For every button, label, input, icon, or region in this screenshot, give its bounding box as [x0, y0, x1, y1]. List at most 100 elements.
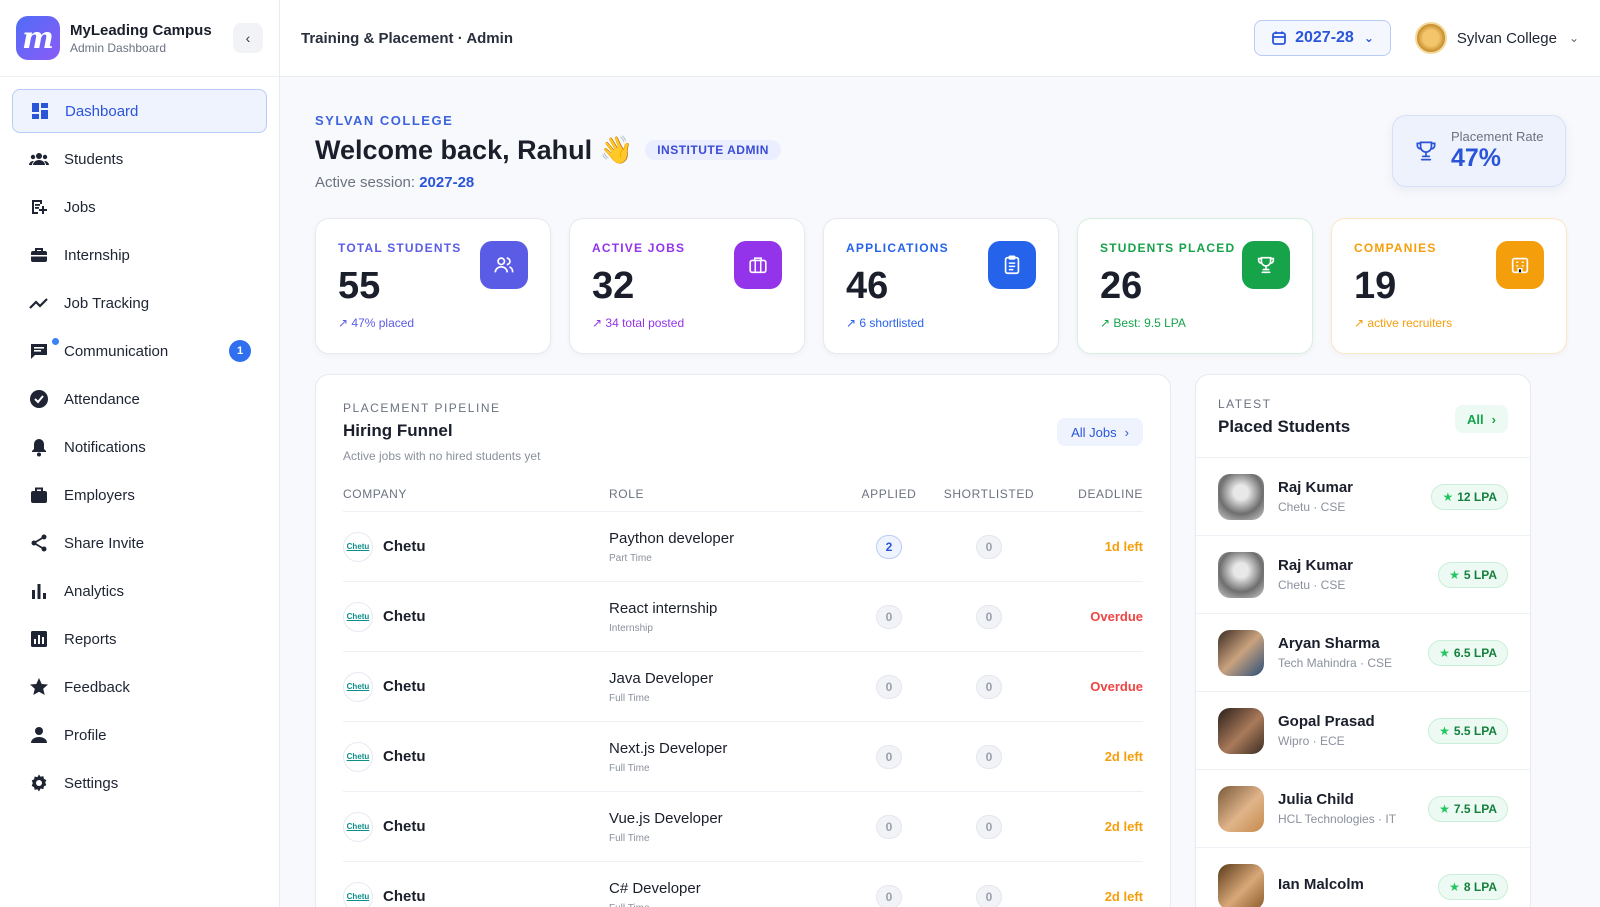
share-icon [28, 532, 50, 554]
sidebar-item-internship[interactable]: Internship [12, 233, 267, 277]
deadline-status: 2d left [1104, 819, 1143, 834]
chevron-down-icon: ⌄ [1568, 31, 1579, 45]
stat-card-applications[interactable]: APPLICATIONS 46 ↗ 6 shortlisted [823, 218, 1059, 354]
shortlisted-count: 0 [976, 884, 1002, 907]
deadline-status: 2d left [1104, 749, 1143, 764]
sidebar-item-analytics[interactable]: Analytics [12, 569, 267, 613]
jobs-icon [28, 196, 50, 218]
sidebar-item-label: Communication [64, 342, 169, 360]
list-item[interactable]: Raj Kumar Chetu · CSE ★ 12 LPA [1196, 458, 1530, 536]
job-type: Internship [609, 622, 653, 634]
sidebar-item-label: Internship [64, 246, 130, 264]
col-applied: APPLIED [839, 487, 939, 512]
sidebar-item-share-invite[interactable]: Share Invite [12, 521, 267, 565]
sidebar-item-label: Share Invite [64, 534, 145, 552]
pipeline-card: PLACEMENT PIPELINE Hiring Funnel Active … [315, 374, 1171, 907]
company-name: Chetu [383, 608, 426, 625]
sidebar-item-notifications[interactable]: Notifications [12, 425, 267, 469]
shortlisted-count: 0 [976, 534, 1002, 559]
company-logo: Chetu [343, 741, 373, 772]
stat-card-total-students[interactable]: TOTAL STUDENTS 55 ↗ 47% placed [315, 218, 551, 354]
table-row[interactable]: Chetu Chetu Next.js Developer Full Time 0 0 2d… [343, 721, 1143, 792]
avatar [1218, 473, 1264, 520]
col-company: COMPANY [343, 487, 609, 512]
sidebar-item-dashboard[interactable]: Dashboard [12, 89, 267, 133]
job-type: Full Time [609, 762, 650, 774]
sidebar-item-employers[interactable]: Employers [12, 473, 267, 517]
student-name: Raj Kumar [1278, 479, 1354, 496]
sidebar-item-label: Employers [64, 486, 135, 504]
table-row[interactable]: Chetu Chetu Paython developer Part Time 2 0 1d… [343, 511, 1143, 582]
company-name: Chetu [383, 678, 426, 695]
page-context-title: Training & Placement · Admin [301, 29, 513, 47]
job-type: Full Time [609, 832, 650, 844]
collapse-sidebar-button[interactable]: ‹ [233, 23, 263, 53]
all-jobs-button[interactable]: All Jobs › [1057, 418, 1143, 446]
sidebar-item-feedback[interactable]: Feedback [12, 665, 267, 709]
package-badge: ★ 5 LPA [1438, 561, 1508, 588]
star-icon [28, 676, 50, 698]
package-badge: ★ 8 LPA [1438, 873, 1508, 900]
active-session-value: 2027-28 [419, 174, 475, 191]
job-type: Full Time [609, 903, 839, 907]
check-circle-icon [28, 388, 50, 410]
list-item[interactable]: Julia Child HCL Technologies · IT ★ 7.5 LPA [1196, 770, 1530, 848]
gear-icon [28, 772, 50, 794]
star-icon: ★ [1449, 879, 1460, 894]
sidebar-item-label: Dashboard [65, 102, 139, 120]
chat-icon [28, 340, 50, 362]
trending-icon [28, 292, 50, 314]
college-menu[interactable]: Sylvan College ⌄ [1414, 22, 1579, 54]
role-name: C# Developer [609, 879, 701, 897]
sidebar-item-jobs[interactable]: Jobs [12, 185, 267, 229]
bar-chart-icon [28, 580, 50, 602]
list-item[interactable]: Gopal Prasad Wipro · ECE ★ 5.5 LPA [1196, 692, 1530, 770]
sidebar-item-communication[interactable]: Communication 1 [12, 329, 267, 373]
table-row[interactable]: Chetu Chetu Vue.js Developer Full Time 0 0 2d … [343, 791, 1143, 862]
placed-list: Raj Kumar Chetu · CSE ★ 12 LPA Raj Kumar Chet… [1196, 458, 1530, 907]
star-icon: ★ [1439, 645, 1450, 660]
college-avatar [1414, 22, 1447, 54]
trend-up-icon: ↗ [338, 316, 352, 330]
stat-note: 34 total posted [605, 316, 685, 330]
trend-up-icon: ↗ [592, 316, 606, 330]
stat-note: 47% placed [351, 316, 415, 330]
stat-card-active-jobs[interactable]: ACTIVE JOBS 32 ↗ 34 total posted [569, 218, 805, 354]
avatar [1218, 629, 1264, 676]
company-logo: Chetu [343, 601, 373, 632]
student-name: Raj Kumar [1278, 557, 1354, 574]
sidebar-item-attendance[interactable]: Attendance [12, 377, 267, 421]
stat-card-students-placed[interactable]: STUDENTS PLACED 26 ↗ Best: 9.5 LPA [1077, 218, 1313, 354]
sidebar-item-job-tracking[interactable]: Job Tracking [12, 281, 267, 325]
company-name: Chetu [383, 748, 426, 765]
stats-row: TOTAL STUDENTS 55 ↗ 47% placed ACTIVE JOBS 3… [315, 218, 1567, 354]
list-item[interactable]: Aryan Sharma Tech Mahindra · CSE ★ 6.5 LPA [1196, 614, 1530, 692]
topbar: Training & Placement · Admin 2027-28 ⌄ S… [280, 0, 1600, 77]
list-item[interactable]: Raj Kumar Chetu · CSE ★ 5 LPA [1196, 536, 1530, 614]
stat-card-companies[interactable]: COMPANIES 19 ↗ active recruiters [1331, 218, 1567, 354]
all-placed-button[interactable]: All › [1455, 405, 1508, 433]
company-logo: Chetu [343, 671, 373, 702]
bell-icon [28, 436, 50, 458]
pipeline-subtitle: Active jobs with no hired students yet [343, 449, 541, 463]
college-name: Sylvan College [1456, 29, 1557, 47]
company-name: Chetu [383, 888, 426, 905]
table-row[interactable]: Chetu Chetu React internship Internship 0 0 Ov… [343, 581, 1143, 652]
list-item[interactable]: Ian Malcolm ★ 8 LPA [1196, 848, 1530, 907]
shortlisted-count: 0 [976, 744, 1002, 769]
sidebar-item-label: Settings [64, 774, 119, 792]
pipeline-eyebrow: PLACEMENT PIPELINE [343, 401, 501, 415]
role-badge: INSTITUTE ADMIN [645, 140, 781, 160]
session-select[interactable]: 2027-28 ⌄ [1254, 20, 1391, 56]
sidebar-item-label: Students [64, 150, 124, 168]
table-row[interactable]: Chetu Chetu Java Developer Full Time 0 0 Overd… [343, 651, 1143, 722]
sidebar-item-reports[interactable]: Reports [12, 617, 267, 661]
sidebar-item-label: Reports [64, 630, 117, 648]
sidebar-item-settings[interactable]: Settings [12, 761, 267, 805]
sidebar-item-profile[interactable]: Profile [12, 713, 267, 757]
table-row[interactable]: Chetu Chetu C# Developer Full Time 0 0 2d left [343, 861, 1143, 907]
applied-count: 0 [876, 884, 902, 907]
sidebar-item-students[interactable]: Students [12, 137, 267, 181]
role-name: Vue.js Developer [609, 809, 723, 827]
student-name: Aryan Sharma [1278, 635, 1380, 652]
